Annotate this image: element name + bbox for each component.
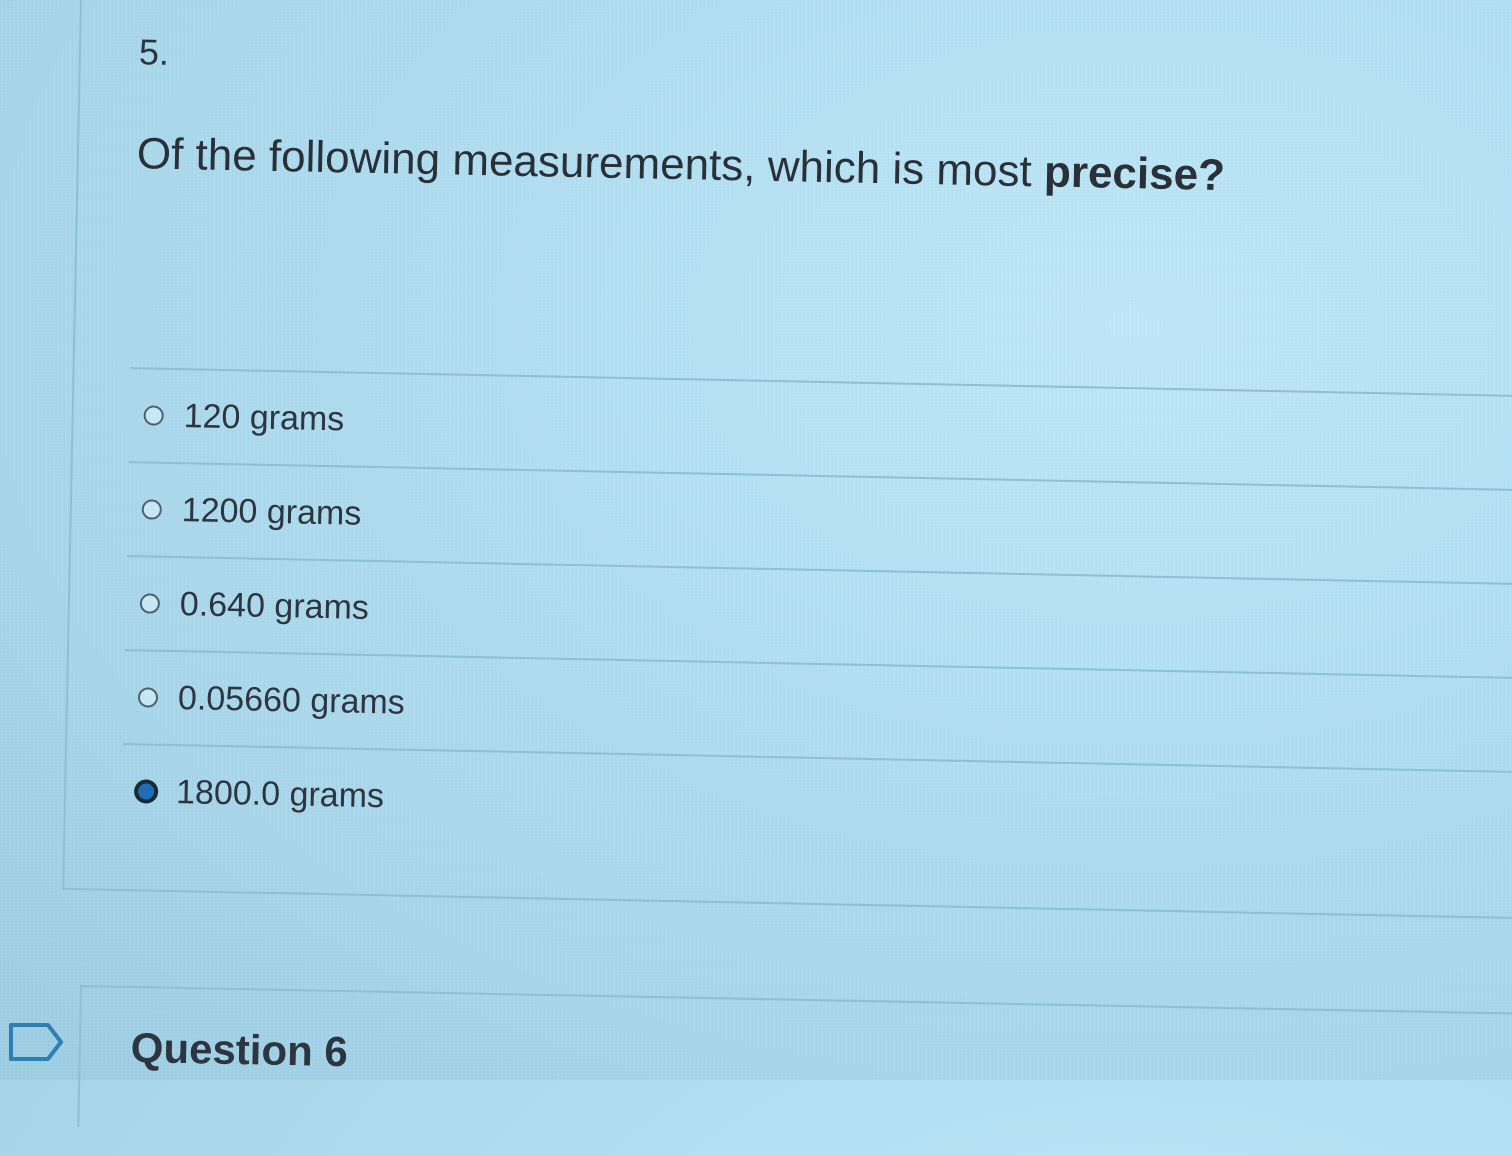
next-question-title: Question 6 xyxy=(130,1023,349,1076)
question-number: 5. xyxy=(138,31,170,73)
answer-label: 0.05660 grams xyxy=(177,678,406,722)
flag-outline-icon-graphic xyxy=(9,1023,63,1061)
next-question-card: Question 6 xyxy=(77,985,1512,1156)
question-card: 5. Of the following measurements, which … xyxy=(62,0,1512,920)
question-text: Of the following measurements, which is … xyxy=(136,129,1045,197)
radio-button[interactable] xyxy=(137,687,159,708)
answer-label: 0.640 grams xyxy=(179,584,370,627)
flag-outline-icon[interactable] xyxy=(8,1022,66,1067)
answer-label: 1200 grams xyxy=(181,490,362,533)
answer-list: 120 grams 1200 grams 0.640 grams 0.05660… xyxy=(121,367,1512,866)
question-emphasis: precise? xyxy=(1043,147,1226,201)
answer-label: 1800.0 grams xyxy=(175,772,385,815)
answer-label: 120 grams xyxy=(183,396,345,438)
radio-button[interactable] xyxy=(139,593,161,614)
radio-button[interactable] xyxy=(143,405,164,426)
question-prompt: Of the following measurements, which is … xyxy=(136,129,1225,201)
radio-button[interactable] xyxy=(141,499,162,520)
radio-button-selected[interactable] xyxy=(133,779,159,804)
